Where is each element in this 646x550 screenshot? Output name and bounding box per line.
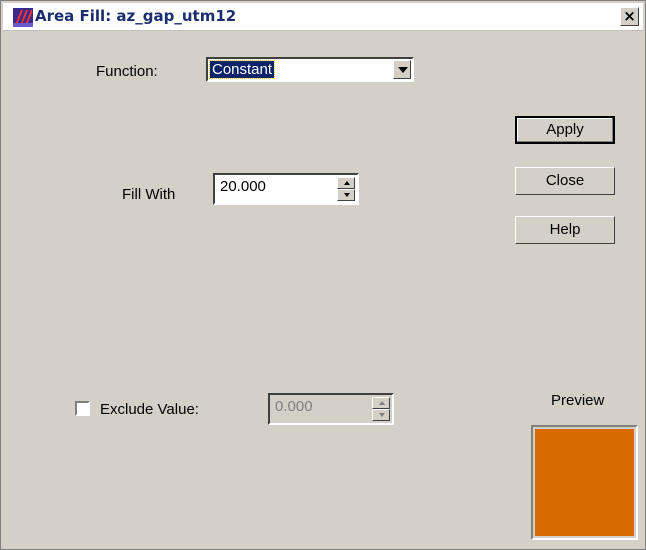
fill-with-input[interactable]: 20.000 (220, 178, 266, 195)
title-separator (3, 30, 643, 31)
fill-with-spinbox[interactable]: 20.000 (213, 173, 359, 205)
close-icon[interactable]: × (620, 7, 639, 26)
function-selected-value: Constant (208, 60, 276, 79)
exclude-value-spin-down[interactable] (372, 409, 390, 421)
exclude-value-label: Exclude Value: (100, 401, 199, 418)
function-dropdown-button[interactable] (393, 60, 411, 79)
spin-down-icon (344, 193, 350, 197)
fill-with-spin-up[interactable] (337, 177, 355, 189)
spin-up-icon (379, 401, 385, 405)
spin-up-icon (344, 181, 350, 185)
fill-with-spin-buttons (337, 177, 355, 201)
apply-button[interactable]: Apply (515, 116, 615, 144)
spin-down-icon (379, 413, 385, 417)
exclude-value-spin-up[interactable] (372, 397, 390, 409)
window-title: Area Fill: az_gap_utm12 (35, 7, 237, 25)
function-select[interactable]: Constant (206, 57, 414, 82)
title-bar[interactable]: Area Fill: az_gap_utm12 × (3, 3, 643, 30)
exclude-value-spinbox[interactable]: 0.000 (268, 393, 394, 425)
app-logo-icon (13, 8, 33, 27)
exclude-value-input[interactable]: 0.000 (275, 398, 313, 415)
area-fill-dialog: Area Fill: az_gap_utm12 × Function: Cons… (0, 0, 646, 550)
chevron-down-icon (398, 67, 408, 73)
function-label: Function: (96, 63, 158, 80)
preview-label: Preview (551, 392, 605, 409)
exclude-value-checkbox[interactable] (75, 401, 90, 416)
fill-with-spin-down[interactable] (337, 189, 355, 201)
close-button[interactable]: Close (515, 167, 615, 195)
preview-frame (531, 425, 638, 540)
fill-with-label: Fill With (122, 186, 176, 203)
help-button[interactable]: Help (515, 216, 615, 244)
exclude-value-spin-buttons (372, 397, 390, 421)
preview-swatch (535, 429, 634, 536)
